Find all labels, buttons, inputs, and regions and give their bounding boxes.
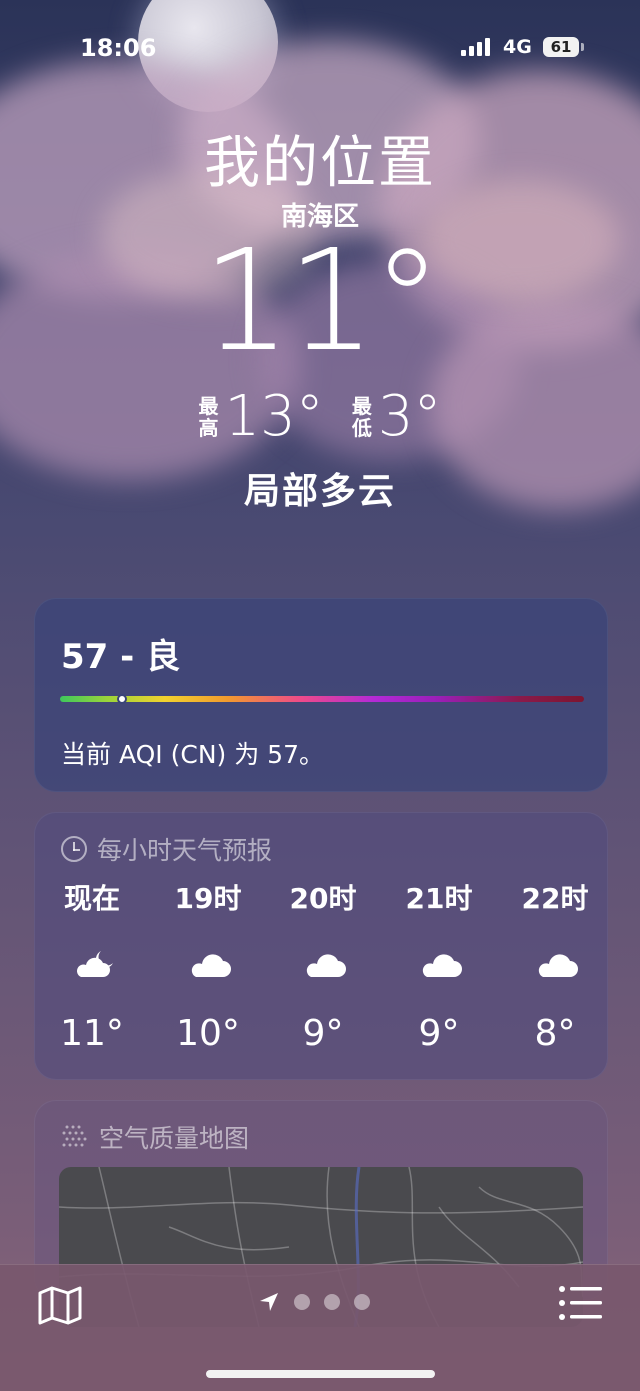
aqi-indicator-dot bbox=[117, 694, 127, 704]
cloud-icon bbox=[422, 954, 462, 977]
status-bar: 18:06 4G 61 bbox=[0, 0, 640, 90]
high-temp-value: 13° bbox=[224, 384, 324, 449]
status-time: 18:06 bbox=[80, 34, 157, 62]
signal-icon bbox=[461, 38, 490, 56]
hour-label: 19时 bbox=[174, 882, 242, 915]
low-temp-group: 最低 3° bbox=[352, 384, 442, 449]
hourly-forecast-card[interactable]: 每小时天气预报 现在 11° 19时 10° 20时 9° 21时 9° 22时… bbox=[34, 812, 608, 1080]
page-dot bbox=[324, 1294, 340, 1310]
map-icon[interactable] bbox=[37, 1285, 83, 1325]
cloud-icon bbox=[538, 954, 578, 977]
hour-label: 现在 bbox=[63, 882, 120, 915]
low-temp-label: 最低 bbox=[351, 393, 372, 440]
cloud-icon bbox=[191, 954, 231, 977]
cloud-moon-icon bbox=[77, 951, 113, 977]
hourly-header-label: 每小时天气预报 bbox=[97, 836, 273, 865]
battery-tip bbox=[581, 43, 584, 51]
aqi-scale-bar bbox=[60, 696, 584, 702]
low-temp-value: 3° bbox=[377, 384, 442, 449]
page-dot bbox=[294, 1294, 310, 1310]
aqi-title: 57 - 良 bbox=[61, 637, 181, 677]
hour-label: 21时 bbox=[405, 882, 473, 915]
cloud-icon bbox=[306, 954, 346, 977]
weather-condition: 局部多云 bbox=[243, 471, 396, 512]
hour-label: 20时 bbox=[289, 882, 357, 915]
hour-temp: 8° bbox=[534, 1013, 576, 1054]
aqi-card[interactable]: 57 - 良 当前 AQI (CN) 为 57。 bbox=[34, 598, 608, 792]
hour-temp: 11° bbox=[60, 1013, 124, 1054]
high-temp-group: 最高 13° bbox=[199, 384, 324, 449]
battery-icon: 61 bbox=[543, 37, 579, 57]
air-map-header-label: 空气质量地图 bbox=[99, 1124, 250, 1153]
hour-label: 22时 bbox=[521, 882, 589, 915]
network-type: 4G bbox=[503, 36, 532, 58]
list-icon[interactable] bbox=[558, 1283, 604, 1323]
hour-temp: 10° bbox=[176, 1013, 240, 1054]
location-arrow-icon bbox=[260, 1293, 278, 1311]
hour-temp: 9° bbox=[302, 1013, 344, 1054]
home-indicator[interactable] bbox=[206, 1370, 435, 1378]
high-temp-label: 最高 bbox=[198, 393, 219, 440]
air-map-header: 空气质量地图 bbox=[61, 1119, 249, 1155]
hourly-header: 每小时天气预报 bbox=[61, 831, 272, 867]
page-dot bbox=[354, 1294, 370, 1310]
location-title: 我的位置 bbox=[204, 131, 436, 196]
current-temperature: 11° bbox=[201, 220, 442, 383]
aqi-description: 当前 AQI (CN) 为 57。 bbox=[61, 740, 324, 769]
clock-icon bbox=[61, 836, 87, 862]
air-dots-icon bbox=[62, 1125, 87, 1147]
hour-temp: 9° bbox=[418, 1013, 460, 1054]
page-indicator[interactable] bbox=[258, 1291, 370, 1313]
high-low-temps: 最高 13° 最低 3° bbox=[0, 384, 640, 449]
